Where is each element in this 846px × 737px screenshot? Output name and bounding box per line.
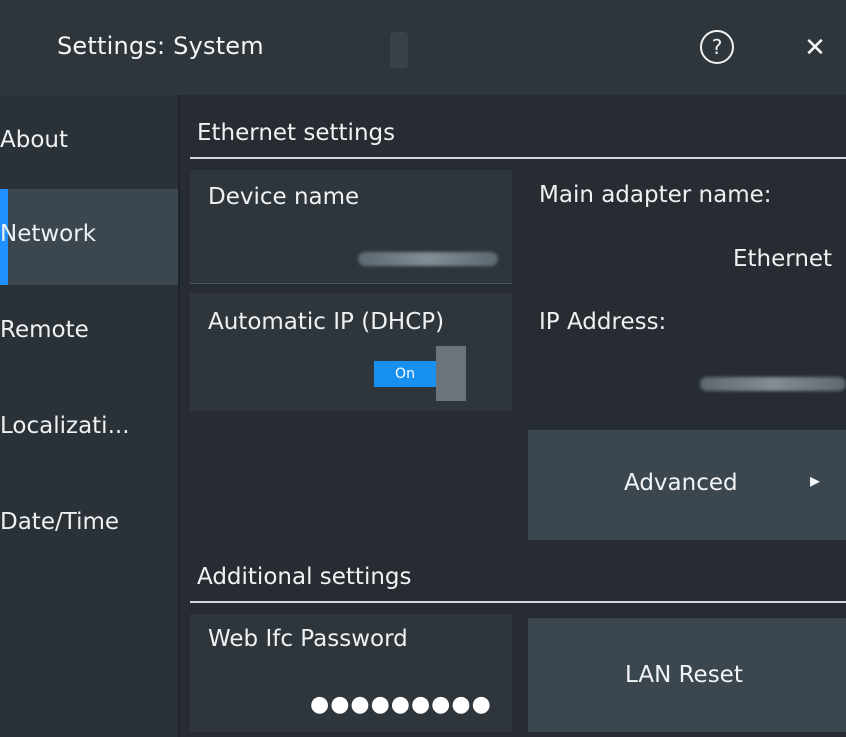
ethernet-settings-heading: Ethernet settings: [197, 120, 396, 146]
section-divider: [190, 157, 846, 159]
dhcp-label: Automatic IP (DHCP): [208, 309, 445, 335]
device-name-value-redacted: [358, 252, 498, 266]
toggle-knob: [436, 346, 466, 401]
drag-handle[interactable]: [390, 32, 408, 68]
sidebar-item-label: Network: [0, 221, 97, 247]
dhcp-toggle[interactable]: On: [374, 346, 466, 401]
help-icon[interactable]: ?: [700, 30, 734, 64]
sidebar-item-date-time[interactable]: Date/Time: [0, 477, 178, 573]
ip-address-label: IP Address:: [539, 309, 667, 335]
window-title: Settings: System: [57, 32, 264, 60]
sidebar-item-about[interactable]: About: [0, 95, 178, 191]
toggle-state-label: On: [374, 361, 436, 387]
advanced-button[interactable]: Advanced ▸: [528, 430, 846, 540]
sidebar-item-label: Date/Time: [0, 509, 120, 535]
sidebar-item-remote[interactable]: Remote: [0, 285, 178, 381]
advanced-button-label: Advanced: [624, 470, 738, 496]
ip-address-value-redacted: [700, 377, 846, 391]
sidebar-item-label: Localizati...: [0, 413, 130, 439]
section-divider: [190, 601, 846, 603]
sidebar: About Network Remote Localizati... Date/…: [0, 95, 178, 737]
field-divider: [190, 283, 512, 284]
sidebar-item-network[interactable]: Network: [0, 189, 178, 285]
lan-reset-button[interactable]: LAN Reset: [528, 618, 846, 732]
web-password-value: ●●●●●●●●●: [310, 692, 492, 717]
close-icon[interactable]: ✕: [795, 28, 835, 68]
title-bar: Settings: System ? ✕: [0, 0, 846, 95]
sidebar-item-label: Remote: [0, 317, 89, 343]
device-name-label: Device name: [208, 184, 360, 210]
lan-reset-label: LAN Reset: [625, 662, 743, 688]
web-password-label: Web Ifc Password: [208, 626, 408, 652]
sidebar-item-label: About: [0, 127, 69, 153]
sidebar-item-localization[interactable]: Localizati...: [0, 381, 178, 477]
additional-settings-heading: Additional settings: [197, 564, 412, 590]
main-adapter-label: Main adapter name:: [539, 182, 772, 208]
chevron-right-icon: ▸: [810, 468, 821, 492]
main-adapter-value: Ethernet: [733, 246, 833, 272]
